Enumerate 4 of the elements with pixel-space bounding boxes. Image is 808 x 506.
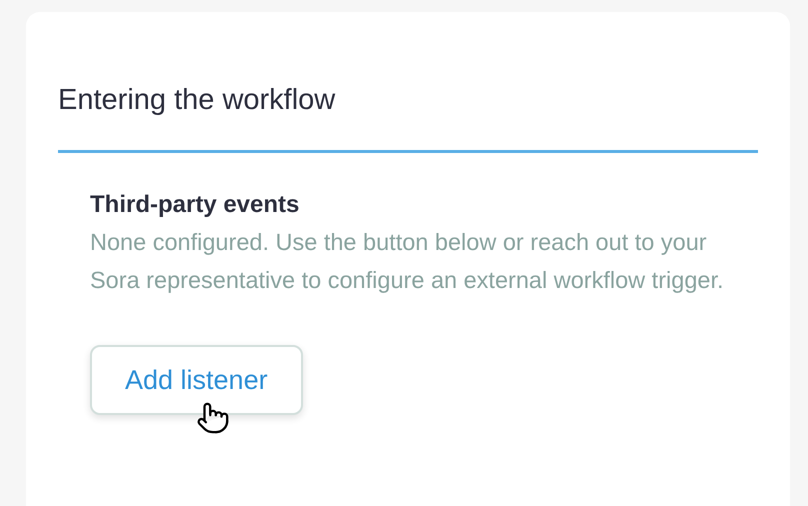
- group-description: None configured. Use the button below or reach out to your Sora representative to configure an external workflow trigger.: [90, 228, 725, 295]
- group-title: Third-party events: [90, 190, 300, 220]
- section-title: Entering the workflow: [58, 83, 336, 118]
- add-listener-button[interactable]: Add listener: [90, 345, 303, 415]
